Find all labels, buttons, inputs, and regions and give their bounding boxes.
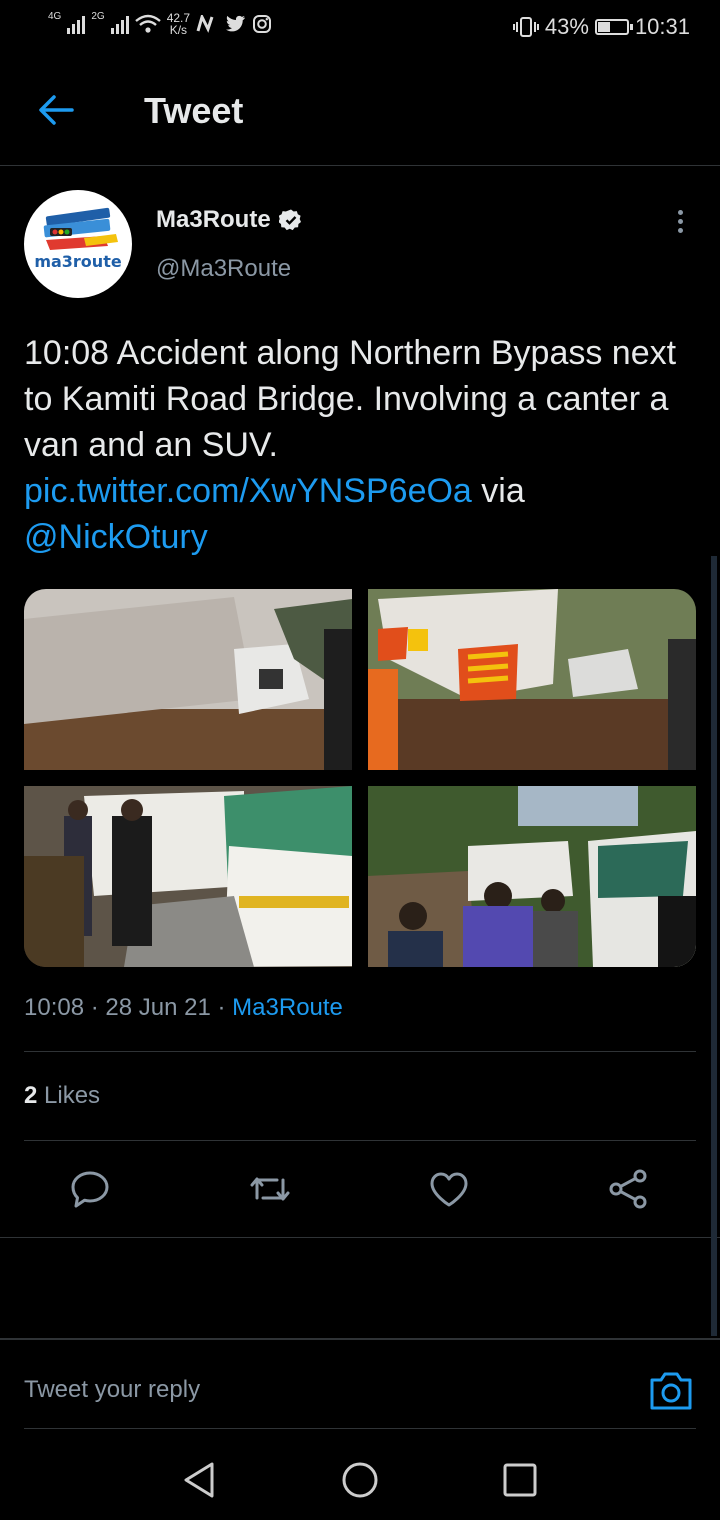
photo-grid	[24, 589, 696, 967]
signal-icon-2	[110, 14, 129, 34]
avatar[interactable]: ma3route	[24, 190, 132, 298]
tweet-meta: 10:08 · 28 Jun 21 · Ma3Route	[24, 994, 343, 1022]
via-word: via	[481, 472, 525, 510]
tweet-date: 28 Jun 21	[105, 994, 211, 1021]
divider	[0, 1237, 720, 1238]
more-options-icon[interactable]	[668, 206, 692, 240]
nav-home-icon[interactable]	[338, 1458, 382, 1502]
status-bar: 4G 2G 42.7 K/s 43% 10:31	[0, 0, 720, 56]
tweet-body: 10:08 Accident along Northern Bypass nex…	[24, 334, 677, 464]
back-arrow-icon[interactable]	[36, 90, 76, 130]
tweet-photo-3[interactable]	[24, 786, 352, 967]
wifi-icon	[134, 14, 161, 33]
tweet-time: 10:08	[24, 994, 85, 1021]
battery-percent: 43%	[544, 14, 589, 39]
tweet-photo-4[interactable]	[368, 786, 696, 967]
divider	[24, 1140, 696, 1141]
nav-back-icon[interactable]	[178, 1458, 222, 1502]
page-title: Tweet	[144, 90, 244, 131]
verified-badge-icon	[278, 209, 301, 231]
tweet-mention[interactable]: @NickOtury	[24, 518, 208, 556]
share-icon[interactable]	[604, 1164, 654, 1214]
likes-label: Likes	[44, 1082, 101, 1109]
header-divider	[0, 165, 720, 166]
reply-underline	[24, 1428, 696, 1429]
meta-separator-2: ·	[217, 994, 226, 1021]
network-type-1: 4G	[48, 11, 62, 22]
network-type-2: 2G	[91, 11, 105, 22]
vibrate-icon	[512, 17, 539, 37]
retweet-icon[interactable]	[245, 1164, 295, 1214]
speed-unit: K/s	[169, 23, 188, 37]
reply-input[interactable]: Tweet your reply	[24, 1376, 200, 1404]
status-left: 4G 2G 42.7 K/s	[48, 12, 272, 36]
author-name-row[interactable]: Ma3Route	[156, 206, 303, 234]
clock: 10:31	[634, 14, 690, 39]
reply-divider	[0, 1338, 720, 1340]
tweet-photo-1[interactable]	[24, 589, 352, 770]
tweet-link[interactable]: pic.twitter.com/XwYNSP6eOa	[24, 472, 472, 510]
reply-icon[interactable]	[65, 1164, 115, 1214]
avatar-logo-text: ma3route	[34, 252, 122, 271]
nav-recents-icon[interactable]	[498, 1458, 542, 1502]
likes-count: 2	[24, 1082, 38, 1109]
author-handle[interactable]: @Ma3Route	[156, 255, 291, 283]
signal-icon	[67, 14, 86, 34]
instagram-notification-icon	[253, 15, 272, 33]
network-speed: 42.7 K/s	[167, 12, 190, 36]
twitter-notification-icon	[226, 15, 246, 32]
divider	[24, 1051, 696, 1052]
battery-icon	[594, 19, 633, 35]
likes-stat[interactable]: 2 Likes	[24, 1082, 100, 1110]
tweet-photo-2[interactable]	[368, 589, 696, 770]
scrollbar[interactable]	[711, 556, 717, 1336]
status-right: 43% 10:31	[512, 14, 690, 40]
tweet-text: 10:08 Accident along Northern Bypass nex…	[24, 330, 684, 560]
like-icon[interactable]	[424, 1164, 474, 1214]
camera-icon[interactable]	[648, 1368, 694, 1412]
meta-separator: ·	[90, 994, 99, 1021]
author-name: Ma3Route	[156, 206, 271, 233]
n-notification-icon	[196, 15, 214, 33]
tweet-source[interactable]: Ma3Route	[232, 994, 343, 1021]
